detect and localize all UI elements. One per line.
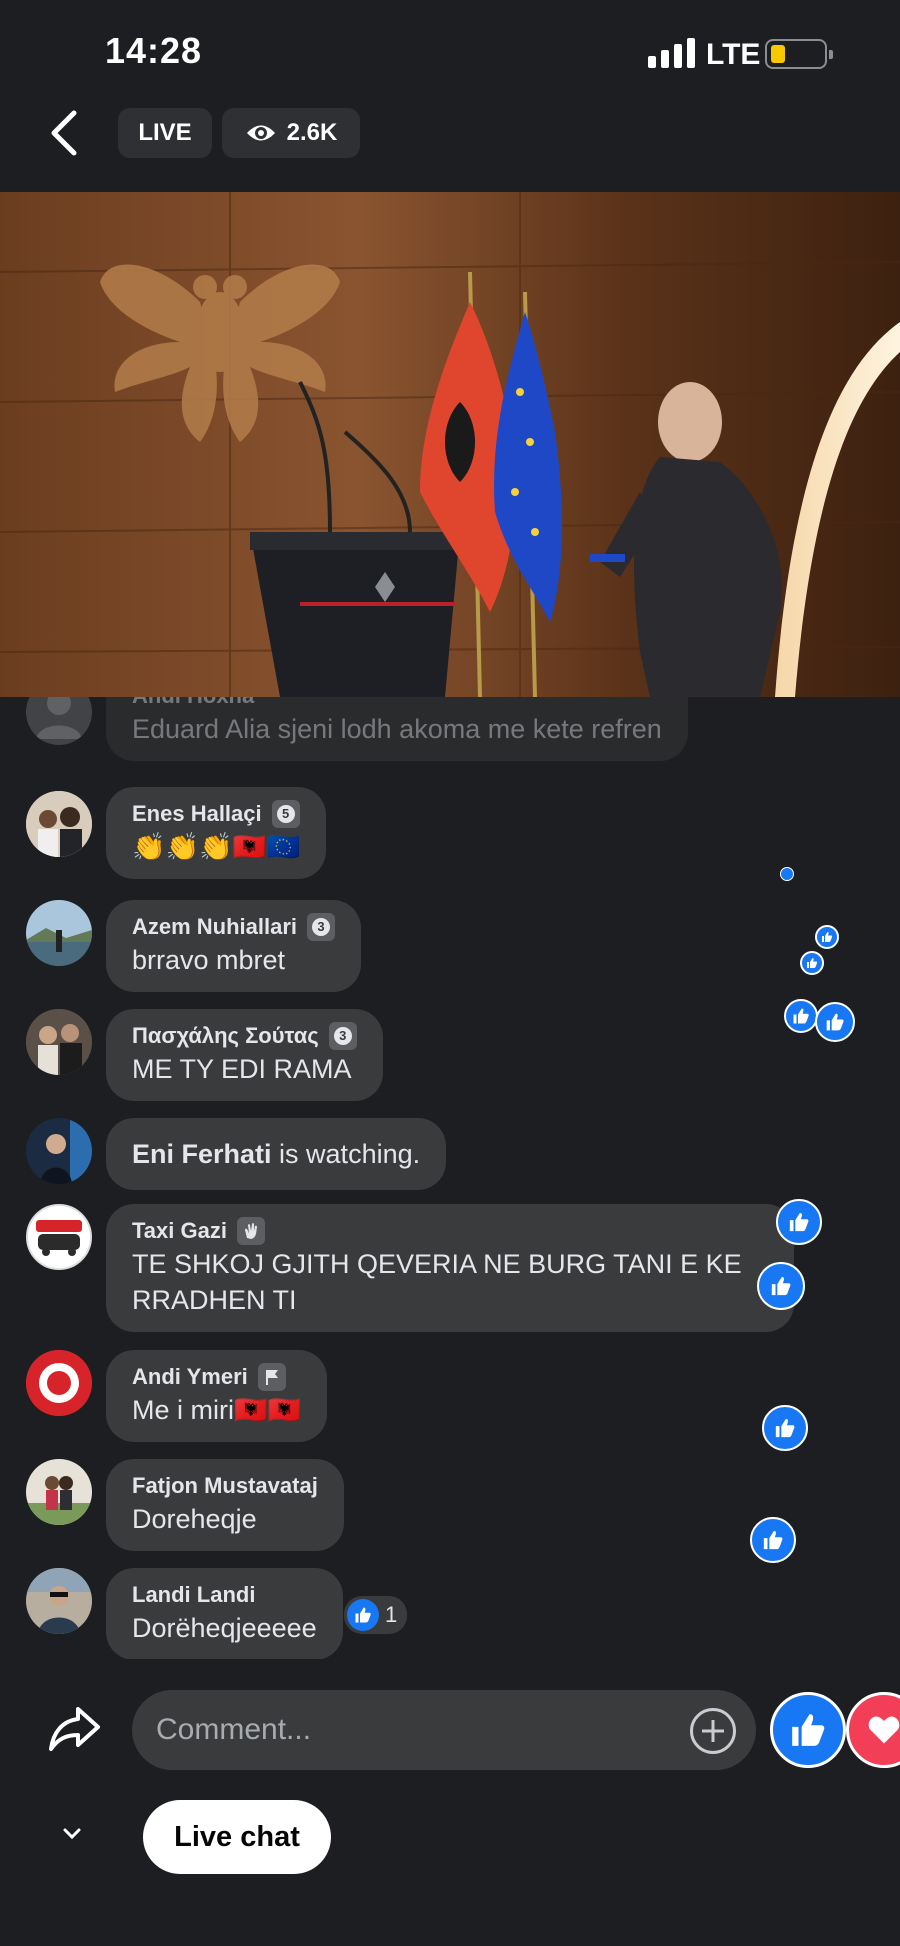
- floating-like-icon: [815, 1002, 855, 1042]
- like-icon: [792, 1714, 825, 1746]
- person-photo: [26, 900, 92, 966]
- party-logo: [26, 1350, 92, 1416]
- comment-author[interactable]: Andi Hoxha: [132, 697, 662, 711]
- watching-text: is watching.: [279, 1139, 421, 1169]
- comment-text: 👏👏👏🇦🇱🇪🇺: [132, 832, 301, 862]
- comment-bubble: Fatjon Mustavataj Doreheqje: [106, 1459, 344, 1551]
- comment-author[interactable]: Landi Landi: [132, 1580, 317, 1610]
- reaction-count-value: 1: [385, 1602, 398, 1627]
- comment-text: Eduard Alia sjeni lodh akoma me kete ref…: [132, 714, 662, 744]
- avatar[interactable]: [26, 1009, 92, 1075]
- collapse-button[interactable]: [60, 1822, 84, 1846]
- like-button[interactable]: [770, 1692, 846, 1768]
- network-type: LTE: [706, 38, 761, 71]
- wave-icon: [236, 1217, 265, 1245]
- comment-bubble: Andi Ymeri Me i miri🇦🇱🇦🇱: [106, 1350, 328, 1442]
- comment-text: Me i miri🇦🇱🇦🇱: [132, 1395, 302, 1425]
- avatar[interactable]: [26, 900, 92, 966]
- comment-text: brravo mbret: [132, 945, 286, 975]
- watching-notice: Eni Ferhati is watching.: [106, 1118, 447, 1190]
- live-chat-button[interactable]: Live chat: [143, 1800, 331, 1874]
- comment-text: Dorëheqjeeeee: [132, 1613, 317, 1643]
- like-icon: [347, 1599, 379, 1631]
- avatar[interactable]: [26, 1118, 92, 1184]
- comments-list[interactable]: Andi Hoxha Eduard Alia sjeni lodh akoma …: [0, 697, 900, 1659]
- comment-author[interactable]: Taxi Gazi: [132, 1216, 227, 1246]
- floating-like-icon: [750, 1517, 796, 1563]
- fan-badge: 3: [307, 913, 336, 941]
- comment-text: Doreheqje: [132, 1504, 257, 1534]
- avatar[interactable]: [26, 791, 92, 857]
- comment-bubble: Azem Nuhiallari 3 brravo mbret: [106, 900, 362, 992]
- avatar[interactable]: [26, 697, 92, 745]
- share-button[interactable]: [46, 1703, 104, 1755]
- video-frame: [0, 192, 900, 697]
- comment-text: ME TY EDI RAMA: [132, 1054, 352, 1084]
- flag-icon: [257, 1363, 286, 1391]
- avatar[interactable]: [26, 1459, 92, 1525]
- comment-bubble: Taxi Gazi TE SHKOJ GJITH QEVERIA NE BURG…: [106, 1204, 794, 1332]
- comment-bubble: Andi Hoxha Eduard Alia sjeni lodh akoma …: [106, 697, 688, 761]
- battery-icon: [765, 39, 833, 69]
- avatar[interactable]: [26, 1204, 92, 1270]
- default-avatar-icon: [36, 697, 82, 739]
- floating-like-icon: [800, 951, 824, 975]
- person-photo: [26, 791, 92, 857]
- avatar[interactable]: [26, 1350, 92, 1416]
- viewer-name[interactable]: Eni Ferhati: [132, 1139, 272, 1169]
- comment-text: TE SHKOJ GJITH QEVERIA NE BURG TANI E KE…: [132, 1249, 742, 1315]
- floating-like-icon: [757, 1262, 805, 1310]
- comment-bubble: Landi Landi Dorëheqjeeeee: [106, 1568, 343, 1659]
- fan-badge: 5: [271, 800, 300, 828]
- person-photo: [26, 1009, 92, 1075]
- floating-like-icon: [762, 1405, 808, 1451]
- floating-like-icon: [784, 999, 818, 1033]
- comment-bubble: Enes Hallaçi 5 👏👏👏🇦🇱🇪🇺: [106, 787, 327, 879]
- person-photo: [26, 1459, 92, 1525]
- comment-bubble: Πασχάλης Σούτας 3 ME TY EDI RAMA: [106, 1009, 383, 1101]
- comment-input[interactable]: [156, 1690, 676, 1770]
- reaction-count[interactable]: 1: [344, 1596, 408, 1634]
- eye-icon: [246, 125, 275, 141]
- fan-badge: 3: [328, 1022, 357, 1050]
- avatar[interactable]: [26, 1568, 92, 1634]
- floating-like-icon: [776, 1199, 822, 1245]
- heart-icon: [868, 1716, 900, 1744]
- chevron-left-icon: [51, 110, 77, 156]
- person-photo: [26, 1568, 92, 1634]
- back-button[interactable]: [44, 108, 84, 158]
- live-badge: LIVE: [118, 108, 212, 158]
- comment-author[interactable]: Enes Hallaçi: [132, 799, 262, 829]
- comment-author[interactable]: Fatjon Mustavataj: [132, 1471, 318, 1501]
- chevron-down-icon: [63, 1828, 81, 1840]
- status-bar: 14:28 LTE: [0, 0, 900, 100]
- share-icon: [49, 1707, 100, 1751]
- comment-author[interactable]: Andi Ymeri: [132, 1362, 248, 1392]
- add-attachment-icon[interactable]: [690, 1708, 736, 1754]
- love-button[interactable]: [846, 1692, 900, 1768]
- clock: 14:28: [105, 30, 203, 71]
- comment-author[interactable]: Πασχάλης Σούτας: [132, 1021, 319, 1051]
- floating-like-icon: [815, 925, 839, 949]
- signal-icon: [648, 38, 696, 68]
- comment-author[interactable]: Azem Nuhiallari: [132, 912, 297, 942]
- live-video[interactable]: [0, 192, 900, 697]
- comment-composer[interactable]: [132, 1690, 756, 1770]
- viewer-count: 2.6K: [222, 108, 360, 158]
- taxi-logo: [28, 1206, 90, 1268]
- person-photo: [26, 1118, 92, 1184]
- viewer-count-value: 2.6K: [286, 119, 338, 146]
- floating-like-icon: [780, 867, 794, 881]
